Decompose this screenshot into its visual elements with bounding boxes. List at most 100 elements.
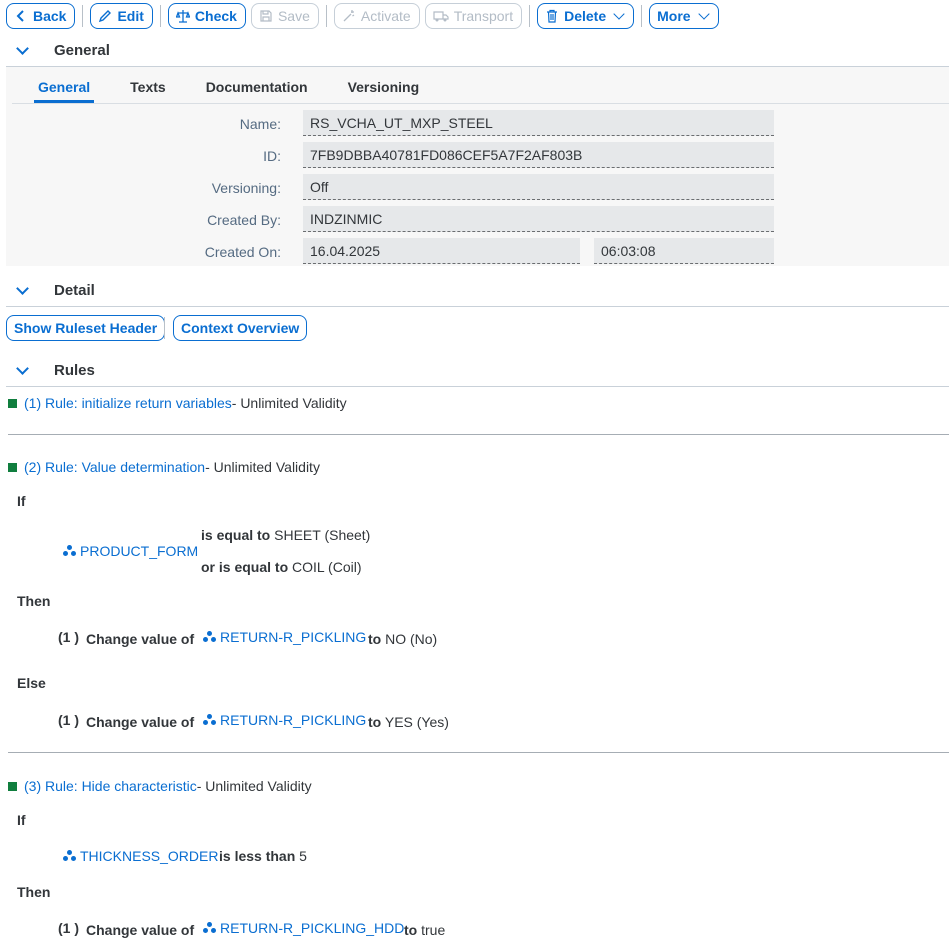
tab-documentation[interactable]: Documentation: [206, 73, 308, 103]
condition-1: is equal to SHEET (Sheet): [201, 527, 370, 543]
rule-divider: [8, 752, 949, 753]
toolbar-separator: [641, 4, 643, 27]
transport-button[interactable]: Transport: [424, 2, 523, 29]
name-field: RS_VCHA_UT_MXP_STEEL: [303, 110, 774, 136]
status-indicator: [8, 398, 17, 408]
save-button[interactable]: Save: [250, 2, 319, 29]
created-on-date-field: 16.04.2025: [303, 238, 580, 264]
rule-2-validity: - Unlimited Validity: [205, 459, 320, 475]
condition-operator: is less than: [219, 848, 296, 864]
rule-1-link[interactable]: (1) Rule: initialize return variables: [24, 395, 232, 411]
section-title: General: [54, 42, 110, 59]
toolbar-separator: [164, 317, 165, 339]
condition-1-operator: is equal to: [201, 527, 271, 543]
scale-icon: [175, 9, 191, 23]
section-title: Rules: [54, 362, 95, 379]
id-label: ID:: [263, 148, 281, 164]
collapse-icon[interactable]: [16, 361, 29, 375]
tab-versioning[interactable]: Versioning: [348, 73, 420, 103]
chevron-down-icon: [697, 7, 710, 20]
else-keyword: Else: [17, 675, 46, 691]
then-keyword: Then: [17, 593, 51, 609]
collapse-icon[interactable]: [16, 281, 29, 295]
action-value: NO (No): [385, 631, 438, 647]
tab-general[interactable]: General: [33, 73, 95, 103]
section-detail-header[interactable]: Detail: [6, 275, 949, 307]
rule-1-header: (1) Rule: initialize return variables - …: [8, 395, 347, 411]
data-element-icon: [63, 850, 76, 862]
chevron-left-icon: [14, 9, 28, 23]
rule-3-validity: - Unlimited Validity: [196, 778, 312, 794]
back-button[interactable]: Back: [6, 2, 76, 29]
status-indicator: [8, 781, 17, 791]
pencil-icon: [98, 9, 112, 23]
thickness-order-link[interactable]: THICKNESS_ORDER: [63, 848, 218, 864]
edit-button[interactable]: Edit: [90, 2, 153, 29]
floppy-disk-icon: [259, 9, 273, 23]
toolbar-separator: [159, 4, 161, 27]
condition-1-value: SHEET (Sheet): [274, 527, 371, 543]
section-general-header[interactable]: General: [6, 35, 949, 67]
status-indicator: [8, 462, 17, 472]
toolbar-separator: [529, 4, 531, 27]
trash-icon: [545, 9, 559, 23]
toolbar: Back Edit Check Save Activate Transport: [0, 0, 949, 31]
if-keyword: If: [17, 812, 26, 828]
action-target: to YES (Yes): [368, 714, 449, 730]
action-value: YES (Yes): [384, 714, 449, 730]
check-button-label: Check: [194, 7, 237, 24]
activate-button[interactable]: Activate: [333, 2, 420, 29]
action-number: (1 ): [58, 629, 79, 645]
then-keyword: Then: [17, 884, 51, 900]
condition-2-value: COIL (Coil): [292, 559, 362, 575]
to-keyword: to: [368, 714, 382, 730]
section-rules-header[interactable]: Rules: [6, 355, 949, 387]
delete-button[interactable]: Delete: [537, 2, 635, 29]
action-value: true: [421, 922, 446, 938]
more-button-label: More: [657, 7, 691, 24]
action-verb: Change value of: [86, 631, 195, 647]
to-keyword: to: [404, 922, 418, 938]
activate-button-label: Activate: [360, 7, 411, 24]
return-r-pickling-link[interactable]: RETURN-R_PICKLING: [203, 712, 366, 728]
return-r-pickling-label: RETURN-R_PICKLING: [220, 629, 367, 645]
action-verb: Change value of: [86, 922, 195, 938]
check-button[interactable]: Check: [167, 2, 246, 29]
tab-bar: General Texts Documentation Versioning: [33, 73, 459, 103]
context-overview-button[interactable]: Context Overview: [173, 315, 308, 341]
rule-3-link[interactable]: (3) Rule: Hide characteristic: [24, 778, 197, 794]
return-r-pickling-hdd-link[interactable]: RETURN-R_PICKLING_HDD: [203, 920, 404, 936]
rule-divider: [8, 434, 949, 435]
created-on-time-field: 06:03:08: [594, 238, 774, 264]
toolbar-separator: [82, 4, 84, 27]
condition-value: 5: [299, 848, 307, 864]
rule-1-validity: - Unlimited Validity: [231, 395, 347, 411]
created-on-label: Created On:: [204, 244, 281, 260]
show-ruleset-header-button[interactable]: Show Ruleset Header: [6, 315, 166, 341]
id-field: 7FB9DBBA40781FD086CEF5A7F2AF803B: [303, 142, 774, 168]
truck-icon: [433, 9, 449, 23]
back-button-label: Back: [33, 7, 67, 24]
return-r-pickling-link[interactable]: RETURN-R_PICKLING: [203, 629, 366, 645]
product-form-link[interactable]: PRODUCT_FORM: [63, 543, 198, 559]
action-number: (1 ): [58, 920, 79, 936]
collapse-icon[interactable]: [16, 41, 29, 55]
action-number: (1 ): [58, 712, 79, 728]
tab-divider: [12, 103, 949, 104]
section-title: Detail: [54, 282, 95, 299]
tab-texts[interactable]: Texts: [130, 73, 166, 103]
name-label: Name:: [239, 116, 281, 132]
rule-2-link[interactable]: (2) Rule: Value determination: [24, 459, 205, 475]
condition-2-operator: or is equal to: [201, 559, 289, 575]
delete-button-label: Delete: [564, 7, 607, 24]
toolbar-separator: [325, 4, 327, 27]
edit-button-label: Edit: [117, 7, 144, 24]
versioning-label: Versioning:: [211, 180, 281, 196]
to-keyword: to: [368, 631, 382, 647]
rule-2-header: (2) Rule: Value determination - Unlimite…: [8, 459, 320, 475]
chevron-down-icon: [613, 7, 625, 20]
condition-2: or is equal to COIL (Coil): [201, 559, 362, 575]
data-element-icon: [63, 545, 76, 557]
versioning-field: Off: [303, 174, 774, 200]
more-button[interactable]: More: [649, 2, 719, 29]
